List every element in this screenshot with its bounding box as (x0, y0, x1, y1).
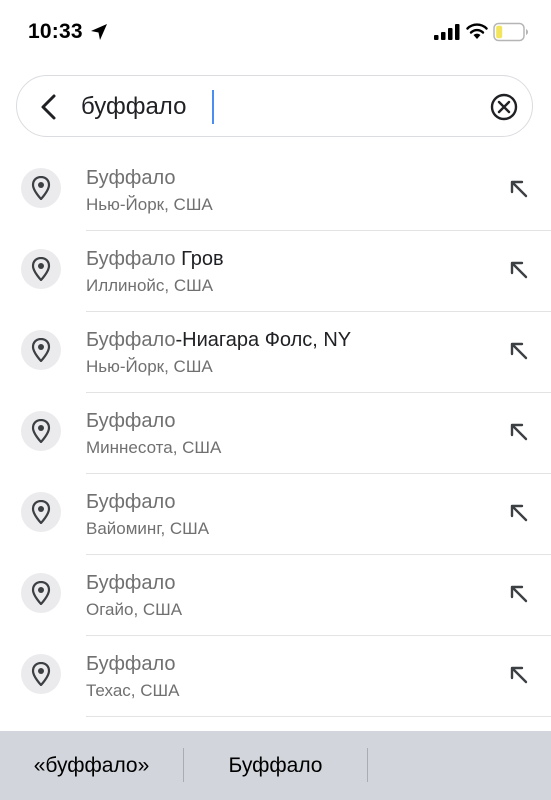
result-item[interactable]: Буффало Нью-Йорк, США (0, 150, 551, 231)
place-pin-icon (21, 411, 61, 451)
result-title-match: Буффало (86, 653, 176, 675)
keyboard-suggestion-bar: «буффало» Буффало (0, 731, 551, 800)
result-item[interactable]: Буффало Огайо, США (0, 555, 551, 636)
place-pin-icon (21, 168, 61, 208)
result-title-match: Буффало (86, 248, 176, 270)
result-subtitle: Иллинойс, США (86, 276, 214, 295)
result-title: Буффало (86, 167, 176, 190)
result-title-match: Буффало (86, 329, 176, 351)
place-pin-icon (21, 573, 61, 613)
text-caret (212, 90, 214, 124)
result-item[interactable]: Буффало Миннесота, США (0, 393, 551, 474)
location-arrow-icon (91, 24, 107, 40)
fill-query-arrow-icon[interactable] (506, 176, 532, 202)
fill-query-arrow-icon[interactable] (506, 257, 532, 283)
place-pin-icon (21, 654, 61, 694)
fill-query-arrow-icon[interactable] (506, 581, 532, 607)
search-input[interactable]: буффало (81, 89, 186, 125)
keyboard-suggestion[interactable]: Буффало (184, 731, 367, 800)
status-time: 10:33 (28, 20, 83, 43)
search-results-list: Буффало Нью-Йорк, США Буффало Гров Иллин… (0, 150, 551, 717)
fill-query-arrow-icon[interactable] (506, 500, 532, 526)
fill-query-arrow-icon[interactable] (506, 419, 532, 445)
result-title: Буффало (86, 410, 176, 433)
result-item[interactable]: Буффало-Ниагара Фолс, NY Нью-Йорк, США (0, 312, 551, 393)
fill-query-arrow-icon[interactable] (506, 662, 532, 688)
clear-search-button[interactable] (489, 92, 519, 122)
battery-icon (493, 22, 528, 42)
result-subtitle: Огайо, США (86, 600, 183, 619)
keyboard-suggestion[interactable]: «буффало» (0, 731, 183, 800)
result-title-match: Буффало (86, 572, 176, 594)
result-item[interactable]: Буффало Вайоминг, США (0, 474, 551, 555)
result-title: Буффало (86, 491, 176, 514)
result-title-match: Буффало (86, 491, 176, 513)
place-pin-icon (21, 330, 61, 370)
fill-query-arrow-icon[interactable] (506, 338, 532, 364)
status-bar: 10:33 (0, 0, 551, 64)
result-title-rest: Гров (175, 248, 224, 270)
result-title: Буффало-Ниагара Фолс, NY (86, 329, 351, 352)
result-subtitle: Нью-Йорк, США (86, 195, 213, 214)
result-subtitle: Миннесота, США (86, 438, 222, 457)
search-bar: буффало (16, 75, 533, 137)
result-item[interactable]: Буффало Техас, США (0, 636, 551, 717)
result-title-rest: -Ниагара Фолс, NY (175, 329, 352, 351)
result-subtitle: Нью-Йорк, США (86, 357, 213, 376)
divider (86, 716, 551, 717)
result-subtitle: Техас, США (86, 681, 180, 700)
signal-icon (434, 24, 460, 40)
result-title: Буффало (86, 653, 176, 676)
result-subtitle: Вайоминг, США (86, 519, 210, 538)
result-title: Буффало (86, 572, 176, 595)
place-pin-icon (21, 249, 61, 289)
place-pin-icon (21, 492, 61, 532)
result-title-match: Буффало (86, 410, 176, 432)
result-item[interactable]: Буффало Гров Иллинойс, США (0, 231, 551, 312)
wifi-icon (466, 23, 488, 39)
result-title: Буффало Гров (86, 248, 224, 271)
back-button[interactable] (35, 92, 65, 122)
result-title-match: Буффало (86, 167, 176, 189)
keyboard-suggestion[interactable] (368, 731, 551, 800)
